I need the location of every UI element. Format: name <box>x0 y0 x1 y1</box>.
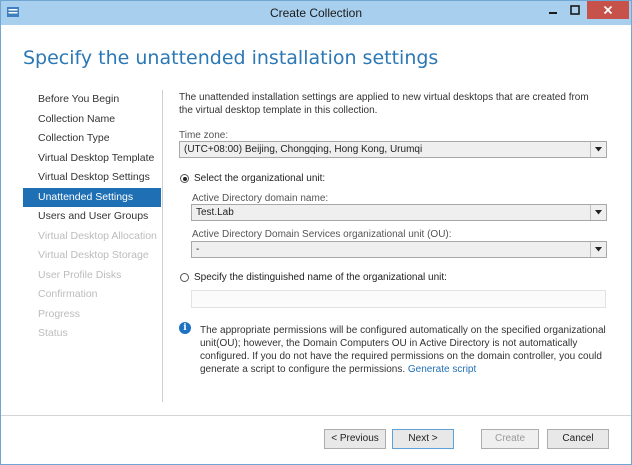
domain-select[interactable]: Test.Lab <box>191 204 607 221</box>
generate-script-link[interactable]: Generate script <box>408 364 476 375</box>
window-title: Create Collection <box>269 6 363 20</box>
ou-select[interactable]: - <box>191 241 607 258</box>
radio-select-ou-label: Select the organizational unit: <box>194 173 326 184</box>
close-icon <box>603 5 613 15</box>
info-message: The appropriate permissions will be conf… <box>200 324 608 376</box>
info-text: The appropriate permissions will be conf… <box>200 325 606 375</box>
footer-divider <box>1 415 631 416</box>
radio-button-icon <box>180 273 189 282</box>
domain-label: Active Directory domain name: <box>192 193 329 204</box>
radio-button-selected-icon <box>180 174 189 183</box>
nav-item-collection-type[interactable]: Collection Type <box>23 129 161 149</box>
info-icon: i <box>179 322 191 334</box>
page-heading: Specify the unattended installation sett… <box>23 47 439 69</box>
title-bar[interactable]: Create Collection <box>1 1 631 25</box>
create-button: Create <box>481 429 539 449</box>
cancel-button[interactable]: Cancel <box>547 429 609 449</box>
dropdown-arrow-icon <box>590 142 606 157</box>
domain-value: Test.Lab <box>196 207 234 218</box>
timezone-select[interactable]: (UTC+08:00) Beijing, Chongqing, Hong Kon… <box>179 141 607 158</box>
minimize-button[interactable] <box>542 1 564 19</box>
nav-item-virtual-desktop-template[interactable]: Virtual Desktop Template <box>23 149 161 169</box>
ou-value: - <box>196 244 200 255</box>
timezone-label: Time zone: <box>179 130 229 141</box>
ou-label: Active Directory Domain Services organiz… <box>192 229 452 240</box>
maximize-button[interactable] <box>564 1 586 19</box>
nav-item-collection-name[interactable]: Collection Name <box>23 110 161 130</box>
nav-item-user-profile-disks: User Profile Disks <box>38 268 122 281</box>
nav-item-users-and-user-groups[interactable]: Users and User Groups <box>23 207 161 227</box>
nav-item-before-you-begin[interactable]: Before You Begin <box>23 90 161 110</box>
nav-item-virtual-desktop-allocation: Virtual Desktop Allocation <box>38 229 157 242</box>
timezone-value: (UTC+08:00) Beijing, Chongqing, Hong Kon… <box>184 144 423 155</box>
nav-item-unattended-settings[interactable]: Unattended Settings <box>23 187 161 207</box>
wizard-nav: Before You Begin Collection Name Collect… <box>23 90 161 344</box>
nav-item-confirmation: Confirmation <box>38 288 98 300</box>
radio-distinguished-name[interactable]: Specify the distinguished name of the or… <box>180 272 447 283</box>
nav-item-virtual-desktop-settings[interactable]: Virtual Desktop Settings <box>23 168 161 188</box>
minimize-icon <box>549 12 557 14</box>
distinguished-name-input[interactable] <box>191 290 606 308</box>
description-text: The unattended installation settings are… <box>179 92 589 116</box>
next-button[interactable]: Next > <box>392 429 454 449</box>
close-button[interactable] <box>587 1 629 19</box>
previous-button[interactable]: < Previous <box>324 429 386 449</box>
radio-select-ou[interactable]: Select the organizational unit: <box>180 173 325 184</box>
dropdown-arrow-icon <box>590 205 606 220</box>
create-collection-window: Create Collection Specify the unattended… <box>0 0 632 465</box>
radio-distinguished-name-label: Specify the distinguished name of the or… <box>194 272 447 283</box>
nav-item-progress: Progress <box>38 307 81 320</box>
nav-item-virtual-desktop-storage: Virtual Desktop Storage <box>38 249 149 261</box>
dropdown-arrow-icon <box>590 242 606 257</box>
maximize-icon <box>570 5 580 15</box>
nav-divider <box>162 90 163 402</box>
nav-item-status: Status <box>38 327 68 339</box>
